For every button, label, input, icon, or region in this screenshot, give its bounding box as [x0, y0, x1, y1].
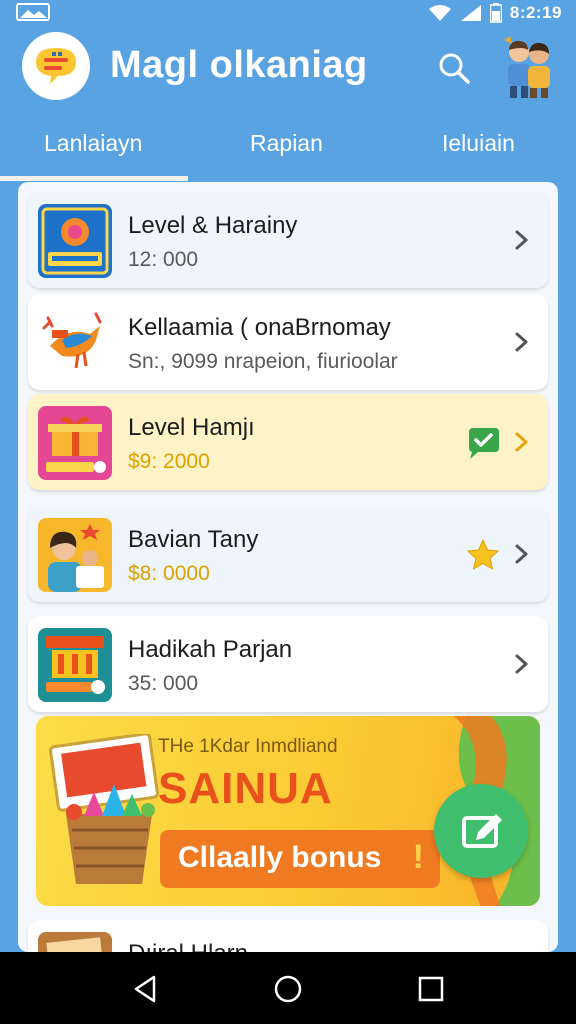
item-title: Level & Harainy: [128, 212, 298, 239]
back-icon[interactable]: [128, 972, 162, 1006]
chevron-right-icon[interactable]: [510, 428, 534, 456]
tab-lanlaiayn[interactable]: Lanlaiayn: [44, 130, 142, 157]
tab-indicator: [0, 176, 188, 181]
gift-thumb-icon: [38, 406, 112, 480]
family-thumb-icon: [38, 518, 112, 592]
app-title: Magl olkaniag: [110, 44, 368, 86]
wifi-icon: [428, 5, 451, 21]
star-icon: [466, 538, 500, 571]
recents-icon[interactable]: [414, 972, 448, 1006]
tab-rapian[interactable]: Rapian: [250, 130, 323, 157]
tab-ieluiain[interactable]: Ieluiain: [442, 130, 515, 157]
chevron-right-icon[interactable]: [510, 650, 534, 678]
list-item[interactable]: Hadikah Parjan 35: 000: [28, 616, 548, 712]
item-subtitle: 35: 000: [128, 672, 199, 695]
home-icon[interactable]: [271, 972, 305, 1006]
status-time: 8:2:19: [509, 3, 562, 22]
chevron-right-icon[interactable]: [510, 540, 534, 568]
system-nav-bar: [0, 952, 576, 1024]
list-item[interactable]: Dıiral Hlarn: [28, 920, 548, 952]
exclamation-icon: !: [412, 838, 424, 876]
item-title: Hadikah Parjan: [128, 636, 293, 663]
tab-bar: Lanlaiayn Rapian Ieluiain: [0, 122, 576, 184]
list-item[interactable]: Kellaamia ( onaBrnomay Sn:, 9099 nrapeio…: [28, 294, 548, 390]
family-avatar-icon[interactable]: [500, 34, 558, 98]
search-icon[interactable]: [434, 48, 474, 88]
chevron-right-icon[interactable]: [510, 226, 534, 254]
chat-check-icon: [469, 428, 499, 459]
item-title: Bavian Tany: [128, 526, 259, 553]
game-thumb-icon: [38, 204, 112, 278]
daily-bonus-label: Cllaally bonus: [178, 841, 382, 874]
daily-bonus-button[interactable]: Cllaally bonus !: [160, 830, 440, 888]
item-title: Level Hamjı: [128, 414, 255, 441]
item-subtitle: $8: 0000: [128, 562, 210, 585]
edit-fab-button[interactable]: [434, 784, 528, 878]
item-title: Kellaamia ( onaBrnomay: [128, 314, 391, 341]
banner-kicker: THe 1Kdar Inmdliand: [158, 736, 338, 757]
item-subtitle: $9: 2000: [128, 450, 210, 473]
treasure-basket-icon: [49, 734, 159, 884]
item-thumb-icon: [38, 932, 112, 952]
bird-thumb-icon: [38, 306, 112, 380]
chevron-right-icon[interactable]: [510, 328, 534, 356]
banner-headline: SAINUA: [158, 764, 333, 813]
item-subtitle: Sn:, 9099 nrapeion, fiurioolar: [128, 350, 398, 373]
battery-icon: [489, 3, 502, 23]
shop-thumb-icon: [38, 628, 112, 702]
app-bar: Magl olkaniag: [0, 26, 576, 122]
item-title: Dıiral Hlarn: [128, 940, 248, 952]
chat-logo-icon[interactable]: [22, 32, 90, 100]
list-item[interactable]: Level & Harainy 12: 000: [28, 192, 548, 288]
photo-icon: [16, 3, 50, 21]
signal-icon: [460, 5, 481, 21]
item-subtitle: 12: 000: [128, 248, 199, 271]
edit-icon: [462, 814, 502, 848]
list-item[interactable]: Level Hamjı $9: 2000: [28, 394, 548, 490]
status-bar: 8:2:19: [0, 0, 576, 26]
list-item[interactable]: Bavian Tany $8: 0000: [28, 506, 548, 602]
